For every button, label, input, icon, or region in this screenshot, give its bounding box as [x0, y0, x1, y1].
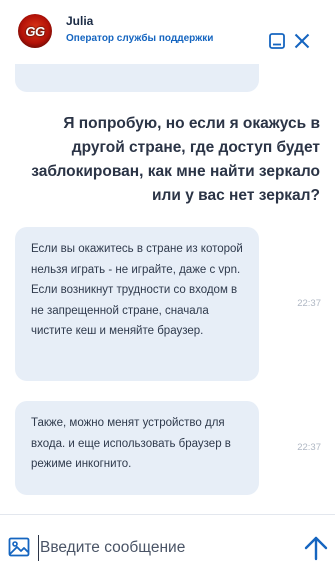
close-icon: [294, 33, 310, 49]
image-attach-icon: [8, 537, 30, 557]
operator-message: Также, можно менят устройство для входа.…: [15, 401, 259, 495]
send-button[interactable]: [303, 535, 329, 561]
minimize-button[interactable]: [267, 31, 287, 51]
send-arrow-icon: [304, 536, 328, 561]
chat-history[interactable]: Я попробую, но если я окажусь в другой с…: [0, 64, 335, 514]
previous-message-bubble: [15, 64, 259, 92]
user-message: Я попробую, но если я окажусь в другой с…: [31, 115, 320, 204]
chat-header: GG Julia Оператор службы поддержки: [0, 0, 335, 64]
agent-name: Julia: [66, 14, 94, 28]
minimize-window-icon: [269, 33, 285, 49]
operator-message: Если вы окажитесь в стране из которой не…: [15, 227, 259, 381]
avatar: GG: [18, 14, 52, 48]
message-composer: [0, 514, 335, 578]
agent-role: Оператор службы поддержки: [66, 33, 214, 44]
message-input[interactable]: [38, 535, 288, 561]
avatar-logo-text: GG: [25, 23, 45, 39]
message-timestamp: 22:37: [297, 442, 321, 453]
message-timestamp: 22:37: [297, 298, 321, 309]
attach-image-button[interactable]: [8, 536, 30, 558]
close-button[interactable]: [292, 31, 312, 51]
